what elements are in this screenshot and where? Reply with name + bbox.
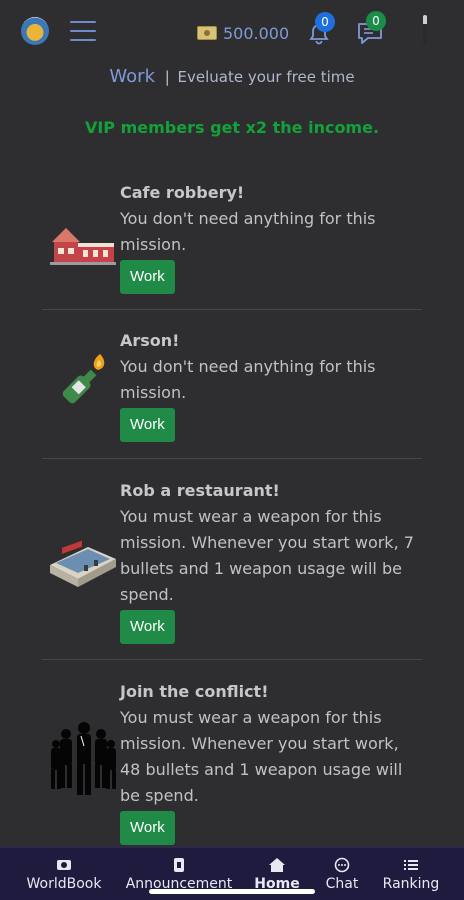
money-display: 500.000 [197, 23, 289, 43]
mission-content: Cafe robbery! You don't need anything fo… [120, 180, 420, 294]
nav-worldbook[interactable]: WorldBook [24, 848, 104, 900]
mission-content: Rob a restaurant! You must wear a weapon… [120, 478, 420, 644]
worldbook-icon [57, 860, 71, 870]
mission-description: You must wear a weapon for this mission.… [120, 507, 414, 604]
menu-icon[interactable] [70, 21, 96, 41]
mission-description: You don't need anything for this mission… [120, 209, 376, 254]
home-icon [269, 858, 285, 872]
restaurant-building-icon [50, 540, 116, 587]
nav-chat[interactable]: Chat [320, 848, 364, 900]
mission-description: You don't need anything for this mission… [120, 357, 376, 402]
work-button[interactable]: Work [120, 811, 175, 845]
molotov-icon [62, 354, 105, 404]
messages-badge: 0 [366, 11, 386, 31]
ranking-icon [404, 860, 418, 870]
mission-title: Join the conflict! [120, 682, 269, 701]
mission-title: Cafe robbery! [120, 183, 245, 202]
chat-icon [334, 857, 350, 873]
gang-silhouette-icon [51, 722, 116, 795]
cash-icon [197, 26, 217, 40]
mission-content: Arson! You don't need anything for this … [120, 328, 420, 442]
profile-avatar[interactable] [423, 15, 427, 45]
home-indicator [149, 889, 315, 894]
nav-ranking[interactable]: Ranking [380, 848, 442, 900]
mission-card: Cafe robbery! You don't need anything fo… [42, 172, 422, 310]
page-subtitle: Eveluate your free time [177, 68, 355, 86]
mission-title: Rob a restaurant! [120, 481, 280, 500]
nav-label: WorldBook [26, 876, 102, 892]
work-button[interactable]: Work [120, 610, 175, 644]
notifications-badge: 0 [315, 12, 335, 32]
work-button[interactable]: Work [120, 260, 175, 294]
money-value: 500.000 [223, 23, 290, 43]
mission-description: You must wear a weapon for this mission.… [120, 708, 403, 805]
page-title-text: Work [109, 66, 155, 87]
mission-title: Arson! [120, 331, 180, 350]
mission-card: Join the conflict! You must wear a weapo… [42, 660, 422, 846]
cafe-building-icon [50, 228, 116, 265]
announcement-icon [174, 858, 184, 872]
mission-card: Rob a restaurant! You must wear a weapon… [42, 459, 422, 660]
mission-content: Join the conflict! You must wear a weapo… [120, 679, 420, 845]
nav-label: Chat [325, 876, 359, 892]
work-button[interactable]: Work [120, 408, 175, 442]
app-logo[interactable] [21, 17, 49, 45]
nav-label: Ranking [382, 876, 440, 892]
page-title: Work | Eveluate your free time [0, 66, 464, 87]
title-separator: | [164, 68, 170, 86]
mission-card: Arson! You don't need anything for this … [42, 310, 422, 459]
vip-notice: VIP members get x2 the income. [84, 118, 380, 137]
top-bar: 500.000 0 0 [0, 0, 464, 62]
